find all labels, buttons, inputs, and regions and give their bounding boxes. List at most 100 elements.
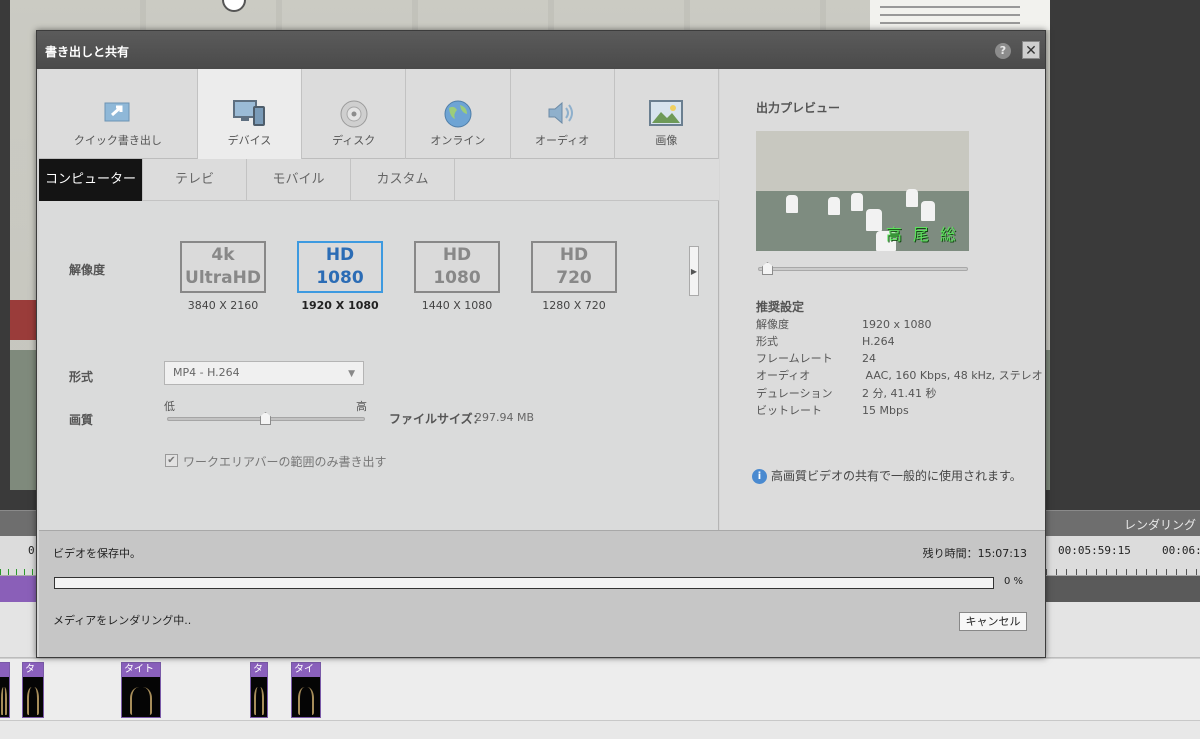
wall-notice <box>870 0 1050 30</box>
resolution-option-hd1080-full[interactable]: HD 1080 <box>297 241 383 293</box>
chevron-right-icon: ▶ <box>690 267 698 276</box>
preview-figure <box>828 197 840 215</box>
preview-scrub-thumb[interactable] <box>762 262 773 275</box>
tab-label: ディスク <box>332 134 376 147</box>
timeline-clip[interactable]: タ <box>250 662 268 718</box>
resolution-line2: UltraHD <box>185 268 261 288</box>
settings-row: デュレーション 2 分, 41.41 秒 <box>756 385 936 401</box>
device-icon <box>233 100 266 126</box>
preview-title: 出力プレビュー <box>756 101 841 115</box>
subcategory-tabs: コンピューター テレビ モバイル カスタム <box>39 159 719 201</box>
tab-device[interactable]: デバイス <box>197 69 303 159</box>
resolution-line1: HD <box>442 245 472 265</box>
resolution-option-hd720[interactable]: HD 720 <box>531 241 617 293</box>
timeline-clip[interactable]: タイト <box>121 662 161 718</box>
settings-value: AAC, 160 Kbps, 48 kHz, ステレオ <box>862 369 1043 382</box>
dialog-titlebar[interactable]: 書き出しと共有 ? ✕ <box>37 31 1045 69</box>
info-text: 高画質ビデオの共有で一般的に使用されます。 <box>771 469 1022 483</box>
file-size-value: 297.94 MB <box>475 411 535 424</box>
settings-value: 24 <box>862 352 876 365</box>
tab-online[interactable]: オンライン <box>406 69 511 159</box>
tab-label: クイック書き出し <box>73 134 162 147</box>
tab-tv[interactable]: テレビ <box>143 159 247 201</box>
preview-wall <box>756 131 969 191</box>
settings-row: フレームレート 24 <box>756 350 876 366</box>
chevron-down-icon: ▼ <box>348 369 355 379</box>
output-preview-pane: 出力プレビュー 高 尾 総 推奨設定 解像度 1920 x 1080 形式 H.26… <box>720 69 1045 530</box>
resolution-line2: 720 <box>556 268 592 288</box>
preview-scrub-slider[interactable] <box>758 267 968 271</box>
cancel-button[interactable]: キャンセル <box>959 612 1027 631</box>
info-note: i 高画質ビデオの共有で一般的に使用されます。 <box>752 467 1022 484</box>
resolution-line1: HD <box>325 245 355 265</box>
timeline-bottom <box>0 720 1200 739</box>
tab-computer[interactable]: コンピューター <box>39 159 143 201</box>
tab-label: オンライン <box>430 134 486 147</box>
settings-row: 解像度 1920 x 1080 <box>756 316 932 332</box>
timeline-clip[interactable]: タ <box>22 662 44 718</box>
clip-thumbnail <box>251 677 267 717</box>
settings-title: 推奨設定 <box>756 300 805 314</box>
resolution-dims: 1440 X 1080 <box>421 299 493 312</box>
tab-label: デバイス <box>227 134 272 147</box>
ruler-timecode-left: 0 <box>28 544 35 557</box>
preview-figure <box>921 201 935 221</box>
remaining-time: 残り時間：15:07:13 <box>922 547 1027 560</box>
tab-mobile[interactable]: モバイル <box>247 159 351 201</box>
checkmark-icon: ✔ <box>167 455 176 466</box>
tab-disc[interactable]: ディスク <box>302 69 407 159</box>
clip-thumbnail <box>23 677 43 717</box>
ruler-timecode-a: 00:05:59:15 <box>1058 544 1131 557</box>
resolution-option-4k[interactable]: 4k UltraHD <box>180 241 266 293</box>
resolution-dims: 1920 X 1080 <box>301 299 379 312</box>
resolution-line1: HD <box>559 245 589 265</box>
resolution-dims: 3840 X 2160 <box>187 299 259 312</box>
progress-percent: 0 % <box>1004 576 1024 587</box>
disc-icon <box>340 100 368 128</box>
settings-row: ビットレート 15 Mbps <box>756 402 909 418</box>
work-area-bar[interactable] <box>0 576 36 602</box>
preview-figure <box>866 209 882 231</box>
timeline-track-clips[interactable] <box>0 658 1200 720</box>
preview-figure <box>786 195 798 213</box>
saving-status: ビデオを保存中。 <box>53 547 141 560</box>
resolution-option-hd1080-anamorphic[interactable]: HD 1080 <box>414 241 500 293</box>
rendering-status: メディアをレンダリング中.. <box>53 614 192 627</box>
close-icon[interactable]: ✕ <box>1022 41 1040 59</box>
export-status-panel: ビデオを保存中。 残り時間：15:07:13 0 % メディアをレンダリング中.… <box>39 530 1045 657</box>
clip-title <box>0 663 9 677</box>
resolution-label: 解像度 <box>69 263 106 277</box>
work-area-checkbox[interactable]: ✔ <box>165 454 178 467</box>
settings-key: 解像度 <box>756 318 789 331</box>
ruler-ticks <box>1046 569 1200 575</box>
tab-quick-export[interactable]: クイック書き出し <box>39 69 198 159</box>
resolution-line2: 1080 <box>316 268 364 288</box>
help-icon[interactable]: ? <box>995 43 1011 59</box>
clip-thumbnail <box>292 677 320 717</box>
quality-slider-thumb[interactable] <box>260 412 271 425</box>
timeline-clip[interactable] <box>0 662 10 718</box>
settings-row: オーディオ AAC, 160 Kbps, 48 kHz, ステレオ <box>756 367 1043 383</box>
category-tabs: クイック書き出し デバイス ディスク オンライン オーディオ 画像 <box>39 69 719 159</box>
speaker-icon <box>548 101 574 125</box>
resolution-line2: 1080 <box>433 268 481 288</box>
tab-custom[interactable]: カスタム <box>351 159 455 201</box>
tab-image[interactable]: 画像 <box>615 69 719 159</box>
resolution-dims: 1280 X 720 <box>542 299 606 312</box>
settings-value: 1920 x 1080 <box>862 318 932 331</box>
dialog-title: 書き出しと共有 <box>45 45 130 59</box>
file-size-label: ファイルサイズ： <box>389 412 485 426</box>
work-area-label[interactable]: ワークエリアバーの範囲のみ書き出す <box>183 453 387 470</box>
tab-audio[interactable]: オーディオ <box>511 69 615 159</box>
export-share-dialog: 書き出しと共有 ? ✕ クイック書き出し デバイス ディスク オンライン オーデ… <box>36 30 1046 658</box>
resolution-line1: 4k <box>211 245 235 265</box>
format-label: 形式 <box>69 370 94 384</box>
timeline-clip[interactable]: タイ <box>291 662 321 718</box>
preview-image: 高 尾 総 <box>756 131 969 251</box>
settings-key: 形式 <box>756 335 778 348</box>
format-select[interactable]: MP4 - H.264 ▼ <box>164 361 364 385</box>
resolution-next-button[interactable]: ▶ <box>689 246 699 296</box>
settings-key: オーディオ <box>756 369 811 382</box>
quick-export-icon <box>104 102 130 122</box>
preview-overlay-text: 高 尾 総 <box>885 225 959 244</box>
